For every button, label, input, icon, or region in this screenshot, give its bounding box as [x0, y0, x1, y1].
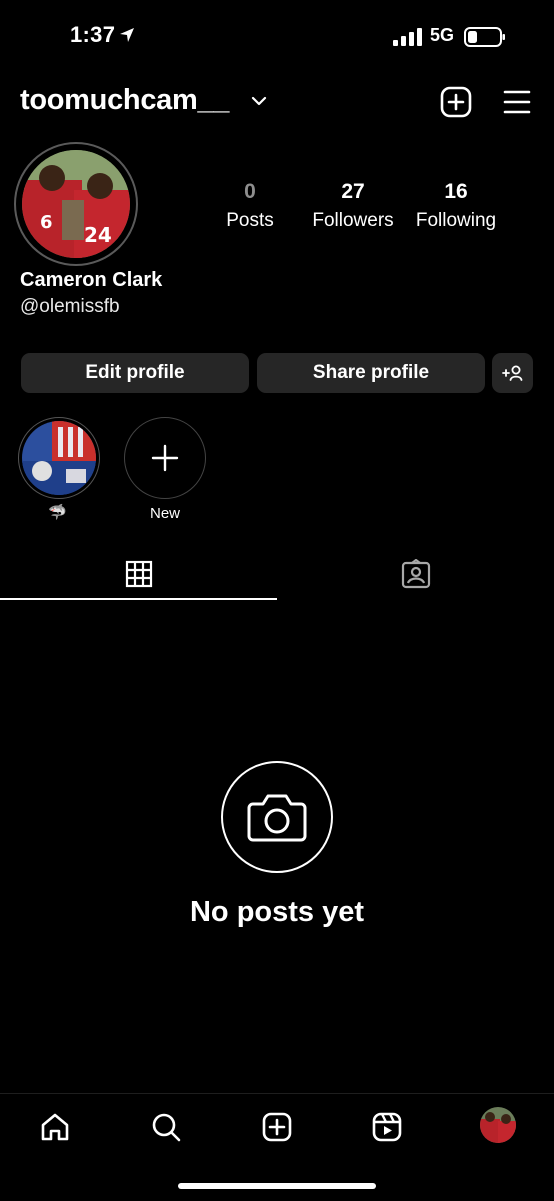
highlight-cover[interactable] [22, 421, 96, 495]
followers-count: 27 [341, 180, 365, 203]
profile-username[interactable]: toomuchcam__ [20, 84, 229, 117]
reels-icon [372, 1112, 402, 1142]
profile-handle[interactable]: @olemissfb [20, 296, 120, 318]
add-person-icon [501, 365, 522, 381]
home-icon [41, 1113, 69, 1141]
profile-full-name: Cameron Clark [20, 269, 163, 291]
svg-text:24: 24 [84, 223, 112, 247]
network-type: 5G [430, 25, 455, 45]
nav-home[interactable] [38, 1110, 72, 1144]
stat-followers[interactable]: 27 Followers [298, 180, 408, 232]
new-highlight-label: New [149, 505, 180, 522]
posts-count: 0 [244, 180, 256, 203]
posts-label: Posts [226, 210, 274, 231]
tab-tagged[interactable] [277, 548, 554, 600]
chevron-down-icon[interactable] [250, 94, 268, 108]
nav-search[interactable] [149, 1110, 183, 1144]
avatar[interactable]: 6 24 [22, 150, 130, 258]
highlight-label: 🦈 [48, 504, 67, 521]
search-icon [152, 1113, 181, 1142]
tab-posts-grid[interactable] [0, 548, 277, 600]
discover-people-button[interactable] [492, 353, 533, 393]
tagged-icon [401, 559, 430, 589]
empty-state-text: No posts yet [189, 896, 365, 928]
camera-icon [247, 794, 307, 842]
nav-profile-avatar[interactable] [480, 1107, 516, 1143]
location-arrow-icon [120, 28, 134, 42]
active-tab-indicator [0, 598, 277, 600]
following-count: 16 [444, 180, 468, 203]
signal-icon [393, 28, 422, 46]
grid-icon [125, 560, 152, 588]
share-profile-button[interactable]: Share profile [257, 353, 485, 393]
empty-camera-circle [221, 761, 333, 873]
battery-icon [464, 27, 505, 47]
new-highlight-button[interactable] [124, 417, 206, 499]
edit-profile-button[interactable]: Edit profile [21, 353, 249, 393]
nav-reels[interactable] [370, 1110, 404, 1144]
followers-label: Followers [312, 210, 394, 231]
add-square-icon[interactable] [440, 86, 472, 118]
stat-posts: 0 Posts [195, 180, 305, 232]
following-label: Following [415, 210, 497, 231]
stat-following[interactable]: 16 Following [401, 180, 511, 232]
home-indicator [178, 1183, 376, 1189]
nav-create[interactable] [260, 1110, 294, 1144]
status-time: 1:37 [70, 22, 116, 47]
create-icon [262, 1112, 292, 1142]
hamburger-menu-icon[interactable] [503, 89, 531, 115]
plus-icon [151, 444, 179, 472]
svg-text:6: 6 [40, 212, 53, 233]
